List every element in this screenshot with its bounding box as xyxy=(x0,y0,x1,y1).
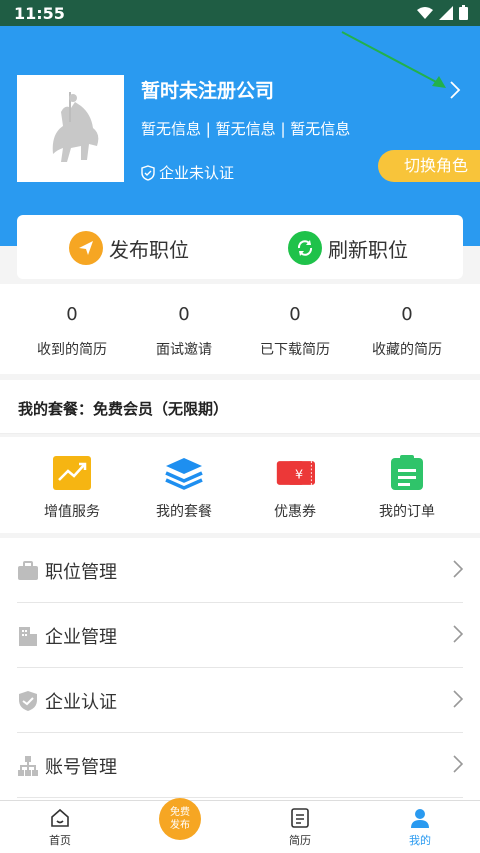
stat-saved-resumes[interactable]: 0 收藏的简历 xyxy=(347,304,467,359)
stat-value: 0 xyxy=(401,304,413,325)
stat-value: 0 xyxy=(66,304,78,325)
fab-label-line1: 免费 xyxy=(170,807,190,818)
publish-job-button[interactable]: 发布职位 xyxy=(69,231,189,265)
company-info-line: 暂无信息 | 暂无信息 | 暂无信息 xyxy=(141,118,350,139)
layers-icon xyxy=(164,455,204,491)
job-actions-card: 发布职位 刷新职位 xyxy=(17,215,463,279)
menu-label: 职位管理 xyxy=(45,562,117,583)
info-item: 暂无信息 xyxy=(141,120,202,138)
wifi-icon xyxy=(417,6,433,19)
status-icons xyxy=(417,5,468,20)
chevron-right-icon xyxy=(453,625,463,643)
package-text: 我的套餐：免费会员（无限期） xyxy=(18,400,229,418)
briefcase-icon xyxy=(18,561,38,580)
chevron-right-icon xyxy=(453,755,463,773)
signal-icon xyxy=(439,5,453,20)
chevron-right-icon xyxy=(453,690,463,708)
refresh-job-button[interactable]: 刷新职位 xyxy=(288,231,408,265)
refresh-job-label: 刷新职位 xyxy=(328,237,408,262)
menu-item-company-management[interactable]: 企业管理 xyxy=(17,603,463,668)
service-label: 我的订单 xyxy=(379,504,435,520)
org-chart-icon xyxy=(18,756,38,776)
send-icon xyxy=(69,231,103,265)
stat-value: 0 xyxy=(178,304,190,325)
menu-label: 企业认证 xyxy=(45,692,117,713)
stat-value: 0 xyxy=(289,304,301,325)
battery-icon xyxy=(459,5,468,20)
service-label: 增值服务 xyxy=(44,504,100,520)
service-label: 优惠券 xyxy=(274,504,316,520)
menu-label: 企业管理 xyxy=(45,627,117,648)
stat-label: 已下载简历 xyxy=(260,342,330,358)
stat-label: 收藏的简历 xyxy=(372,342,442,358)
svg-text:¥: ¥ xyxy=(295,466,303,481)
bottom-tab-bar: 首页 简历 我的 xyxy=(0,800,480,853)
fab-label-line2: 发布 xyxy=(170,820,190,831)
menu-item-company-certification[interactable]: 企业认证 xyxy=(17,668,463,733)
service-my-package[interactable]: 我的套餐 xyxy=(124,455,244,521)
service-value-added[interactable]: 增值服务 xyxy=(12,455,132,521)
switch-role-button[interactable]: 切换角色 xyxy=(378,150,480,182)
shield-check-icon xyxy=(19,691,37,711)
home-icon xyxy=(0,807,120,829)
certification-label: 企业未认证 xyxy=(159,164,235,182)
info-separator: | xyxy=(280,120,286,138)
refresh-icon xyxy=(288,231,322,265)
package-row: 我的套餐：免费会员（无限期） xyxy=(0,380,480,434)
status-time: 11:55 xyxy=(14,4,65,23)
tab-label: 首页 xyxy=(49,834,71,847)
building-icon xyxy=(19,627,37,646)
tab-label: 我的 xyxy=(409,834,431,847)
shield-icon xyxy=(141,164,155,181)
service-my-orders[interactable]: 我的订单 xyxy=(347,455,467,521)
certification-status: 企业未认证 xyxy=(141,162,234,183)
tab-home[interactable]: 首页 xyxy=(0,807,120,848)
publish-job-label: 发布职位 xyxy=(109,237,189,262)
menu-label: 账号管理 xyxy=(45,757,117,778)
stat-interview-invites[interactable]: 0 面试邀请 xyxy=(124,304,244,359)
stat-label: 收到的简历 xyxy=(37,342,107,358)
tab-resume[interactable]: 简历 xyxy=(240,807,360,848)
management-menu: 职位管理 企业管理 企业认证 账号管理 xyxy=(0,538,480,800)
service-label: 我的套餐 xyxy=(156,504,212,520)
knight-logo-icon xyxy=(52,91,98,162)
trend-icon xyxy=(52,455,92,491)
chevron-right-icon[interactable] xyxy=(449,80,461,100)
free-publish-button[interactable]: 免费 发布 xyxy=(159,798,201,840)
info-item: 暂无信息 xyxy=(215,120,276,138)
document-icon xyxy=(240,807,360,829)
status-bar: 11:55 xyxy=(0,0,480,26)
stats-panel: 0 收到的简历 0 面试邀请 0 已下载简历 0 收藏的简历 xyxy=(0,284,480,374)
tab-mine[interactable]: 我的 xyxy=(360,807,480,848)
coupon-icon: ¥ xyxy=(275,455,315,491)
chevron-right-icon xyxy=(453,560,463,578)
info-separator: | xyxy=(205,120,211,138)
company-name[interactable]: 暂时未注册公司 xyxy=(141,76,274,103)
menu-item-job-management[interactable]: 职位管理 xyxy=(17,538,463,603)
menu-item-account-management[interactable]: 账号管理 xyxy=(17,733,463,798)
services-grid: 增值服务 我的套餐 ¥ 优惠券 我的订单 xyxy=(0,437,480,533)
info-item: 暂无信息 xyxy=(290,120,351,138)
order-icon xyxy=(387,455,427,491)
stat-label: 面试邀请 xyxy=(156,342,212,358)
stat-received-resumes[interactable]: 0 收到的简历 xyxy=(12,304,132,359)
company-logo[interactable] xyxy=(17,75,124,182)
tab-label: 简历 xyxy=(289,834,311,847)
service-coupon[interactable]: ¥ 优惠券 xyxy=(235,455,355,521)
user-icon xyxy=(360,807,480,829)
stat-downloaded-resumes[interactable]: 0 已下载简历 xyxy=(235,304,355,359)
